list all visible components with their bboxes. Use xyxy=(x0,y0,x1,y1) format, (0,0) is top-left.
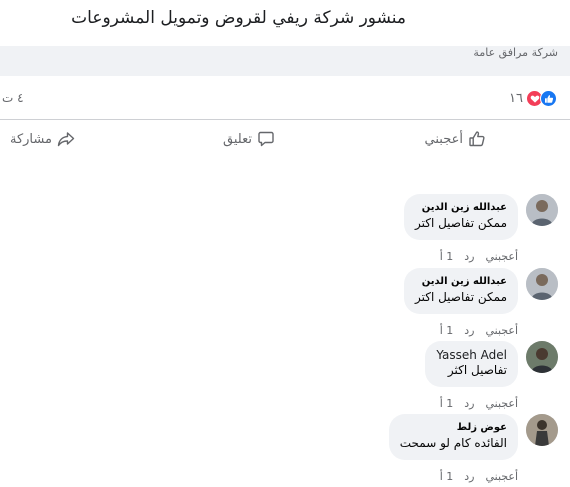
comment-reply-link[interactable]: رد xyxy=(464,250,474,263)
comment-like-link[interactable]: أعجبني xyxy=(485,397,518,410)
comment-author[interactable]: عبدالله زين الدين xyxy=(415,275,507,289)
share-label: مشاركة xyxy=(10,131,52,147)
comment-author[interactable]: عوض زلط xyxy=(400,421,507,435)
comment-text: تفاصيل اكثر xyxy=(447,363,507,377)
avatar[interactable] xyxy=(526,268,558,300)
comment-text: الفائده كام لو سمحت xyxy=(399,436,507,450)
like-button[interactable]: أعجبني xyxy=(425,130,486,148)
comment-text: ممكن تفاصيل اكتر xyxy=(414,216,507,230)
comment-reply-link[interactable]: رد xyxy=(464,470,474,483)
post-header: منشور شركة ريفي لقروض وتمويل المشروعات xyxy=(0,0,570,46)
avatar[interactable] xyxy=(526,194,558,226)
share-button[interactable]: مشاركة xyxy=(10,130,75,148)
comment-bubble: عوض زلط الفائده كام لو سمحت xyxy=(388,414,518,460)
comment-author[interactable]: Yasseh Adel xyxy=(436,348,507,362)
comments-count[interactable]: ٤ ت xyxy=(2,91,24,105)
comment-bubble: عبدالله زين الدين ممكن تفاصيل اكتر xyxy=(403,194,518,240)
comment-like-link[interactable]: أعجبني xyxy=(485,324,518,337)
comment-bubble: عبدالله زين الدين ممكن تفاصيل اكتر xyxy=(403,268,518,314)
reactions-summary: ١٦ ٤ ت xyxy=(0,76,570,120)
comment-label: تعليق xyxy=(223,131,252,147)
like-icon xyxy=(540,90,557,107)
comment-actions: أعجبني رد 1 أ xyxy=(440,470,518,483)
post-actions: أعجبني تعليق مشاركة xyxy=(0,121,570,161)
page-category[interactable]: شركة مرافق عامة xyxy=(473,46,558,59)
comment-text: ممكن تفاصيل اكتر xyxy=(414,290,507,304)
reaction-count[interactable]: ١٦ xyxy=(509,91,523,106)
comment-timestamp[interactable]: 1 أ xyxy=(440,250,454,263)
page-meta: شركة مرافق عامة xyxy=(0,46,570,76)
comment-button[interactable]: تعليق xyxy=(223,130,275,148)
comment-actions: أعجبني رد 1 أ xyxy=(440,397,518,410)
comment-timestamp[interactable]: 1 أ xyxy=(440,470,454,483)
comment-actions: أعجبني رد 1 أ xyxy=(440,250,518,263)
avatar[interactable] xyxy=(526,414,558,446)
like-label: أعجبني xyxy=(424,131,463,147)
comment-like-link[interactable]: أعجبني xyxy=(485,470,518,483)
avatar[interactable] xyxy=(526,341,558,373)
share-arrow-icon xyxy=(57,132,75,147)
comment-actions: أعجبني رد 1 أ xyxy=(440,324,518,337)
post-title: منشور شركة ريفي لقروض وتمويل المشروعات xyxy=(71,8,406,28)
comment-author[interactable]: عبدالله زين الدين xyxy=(415,201,507,215)
thumbs-up-icon xyxy=(469,131,485,147)
comment-timestamp[interactable]: 1 أ xyxy=(440,324,454,337)
comment-reply-link[interactable]: رد xyxy=(464,397,474,410)
comment-like-link[interactable]: أعجبني xyxy=(485,250,518,263)
comment-reply-link[interactable]: رد xyxy=(464,324,474,337)
comment-bubble: Yasseh Adel تفاصيل اكثر xyxy=(425,341,518,387)
reaction-bar[interactable]: ١٦ xyxy=(509,90,557,107)
comment-timestamp[interactable]: 1 أ xyxy=(440,397,454,410)
speech-bubble-icon xyxy=(258,131,274,147)
